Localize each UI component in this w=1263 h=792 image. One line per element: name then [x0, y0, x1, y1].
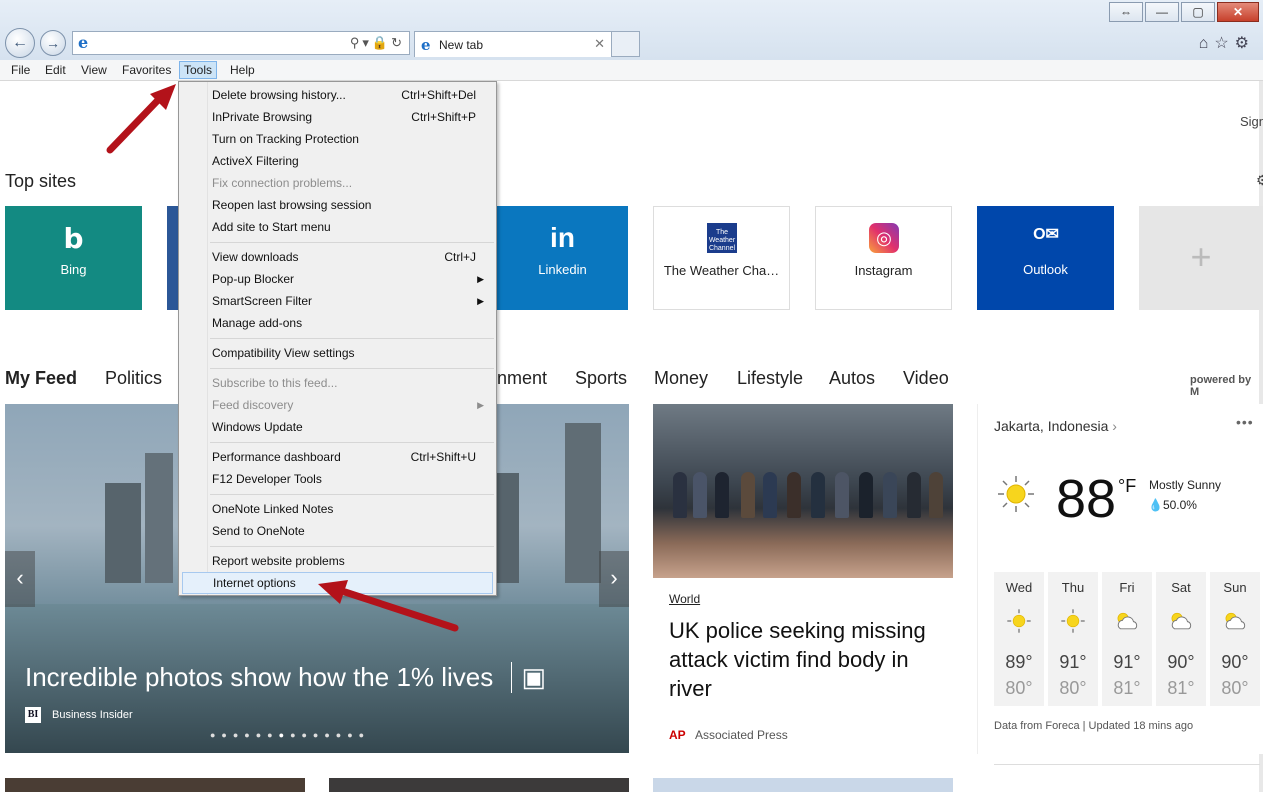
annotation-arrows: [106, 84, 459, 632]
annotation-arrow-to-tools: [106, 84, 176, 154]
annotation-arrow-to-internet-options: [318, 580, 459, 632]
